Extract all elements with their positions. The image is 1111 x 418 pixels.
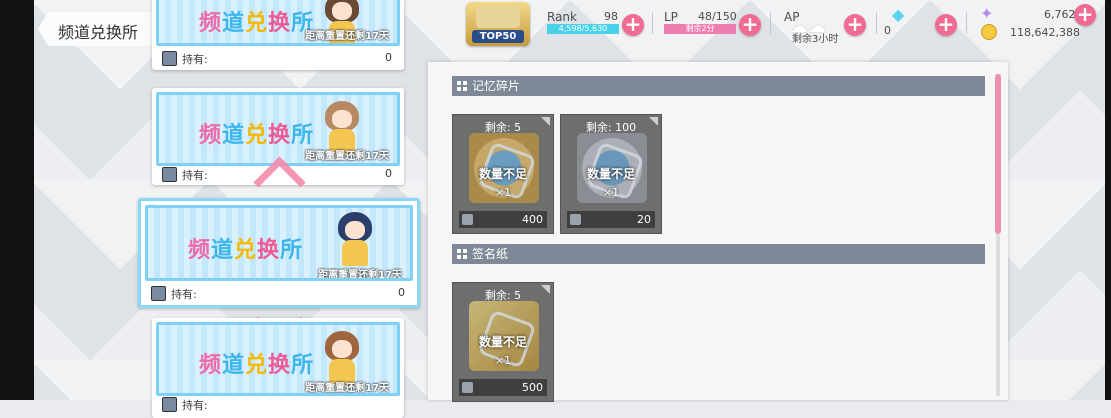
item-status: 数量不足 — [478, 335, 527, 349]
exchange-item[interactable]: 剩余: 100 数量不足 ×1 20 — [560, 114, 662, 234]
item-cost: 400 — [522, 213, 543, 226]
item-cost: 20 — [637, 213, 651, 226]
owned-count: 0 — [398, 286, 405, 299]
ticket-icon — [570, 214, 581, 225]
section-title: 记忆碎片 — [472, 79, 521, 93]
card-banner: 频道兑换所 距离重置还剩17天 — [156, 92, 400, 166]
divider — [652, 12, 653, 34]
card-banner: 频道兑换所 距离重置还剩17天 — [156, 0, 400, 46]
item-quantity: ×1 — [494, 186, 512, 199]
card-banner: 频道兑换所 距离重置还剩17天 — [156, 322, 400, 396]
item-quantity: ×1 — [602, 186, 620, 199]
grid-icon — [457, 249, 467, 259]
owned-count: 0 — [385, 167, 392, 180]
ticket-icon — [462, 214, 473, 225]
rank-value: 98 — [604, 10, 618, 23]
exchange-item[interactable]: 剩余: 5 数量不足 ×1 500 — [452, 282, 554, 402]
ap-timer: 剩余3小时 — [792, 34, 839, 45]
gold-coin-icon — [981, 24, 997, 40]
lp-bar: 剩余2分 — [664, 24, 736, 34]
scrollbar-thumb[interactable] — [995, 74, 1001, 234]
rank-label: Rank — [547, 10, 577, 24]
reset-countdown: 距离重置还剩17天 — [305, 383, 389, 394]
diamond-icon: ◆ — [892, 5, 905, 24]
corner-fold-icon — [541, 285, 550, 294]
event-badge-emblem — [476, 6, 520, 28]
section-header: 签名纸 — [452, 244, 985, 264]
exchange-card-selected[interactable]: ✦ ✦ 频道兑换所 距离重置还剩17天 持有: 0 — [138, 198, 420, 308]
reset-countdown: 距离重置还剩17天 — [318, 270, 402, 281]
owned-row: 持有: 0 — [160, 50, 396, 68]
lp-timer-text: 剩余2分 — [685, 24, 715, 33]
banner-title: 频道兑换所 — [199, 123, 315, 148]
grid-icon — [457, 81, 467, 91]
left-screen-edge — [0, 0, 34, 400]
reset-countdown: 距离重置还剩17天 — [305, 31, 389, 42]
star-gem-count: 6,762 — [1044, 8, 1076, 21]
owned-row: 持有: — [160, 396, 396, 414]
gem-plus-button[interactable]: + — [935, 14, 957, 36]
rank-plus-button[interactable]: + — [622, 14, 644, 36]
divider — [966, 12, 967, 34]
divider — [770, 12, 771, 34]
owned-label: 持有: — [182, 399, 208, 412]
ticket-icon — [162, 167, 177, 182]
star-gem-icon: ✦ — [980, 4, 994, 23]
divider — [876, 12, 877, 34]
lp-label: LP — [664, 10, 678, 24]
star-gem-plus-button[interactable]: + — [1074, 4, 1096, 26]
item-status: 数量不足 — [586, 167, 635, 181]
owned-label: 持有: — [182, 53, 208, 66]
item-cost-bar: 20 — [567, 211, 655, 228]
lp-plus-button[interactable]: + — [739, 14, 761, 36]
lp-value: 48/150 — [698, 10, 737, 23]
right-screen-edge — [1105, 0, 1111, 400]
exchange-panel: 记忆碎片 剩余: 5 数量不足 ×1 400 剩余: 100 数量不足 ×1 2… — [428, 62, 1008, 402]
banner-title: 频道兑换所 — [199, 353, 315, 378]
ticket-icon — [151, 286, 166, 301]
event-badge-rank: TOP50 — [472, 30, 524, 43]
gem-count: 0 — [884, 24, 891, 37]
ticket-icon — [162, 51, 177, 66]
rank-exp-bar: 4,598/5,630 — [547, 24, 619, 34]
item-cost-bar: 500 — [459, 379, 547, 396]
corner-fold-icon — [541, 117, 550, 126]
exchange-card[interactable]: 频道兑换所 距离重置还剩17天 持有: — [152, 318, 404, 418]
section-header: 记忆碎片 — [452, 76, 985, 96]
card-banner: 频道兑换所 距离重置还剩17天 — [145, 205, 413, 281]
ap-plus-button[interactable]: + — [844, 14, 866, 36]
ticket-icon — [462, 382, 473, 393]
corner-fold-icon — [649, 117, 658, 126]
page-title: 频道兑换所 — [58, 23, 139, 42]
rank-exp-text: 4,598/5,630 — [558, 24, 608, 33]
item-quantity: ×1 — [494, 354, 512, 367]
section-title: 签名纸 — [472, 247, 509, 261]
exchange-card[interactable]: 频道兑换所 距离重置还剩17天 持有: 0 — [152, 0, 404, 70]
exchange-item[interactable]: 剩余: 5 数量不足 ×1 400 — [452, 114, 554, 234]
banner-title: 频道兑换所 — [199, 11, 315, 36]
ticket-icon — [162, 397, 177, 412]
banner-title: 频道兑换所 — [188, 238, 304, 263]
owned-label: 持有: — [171, 288, 197, 301]
item-cost: 500 — [522, 381, 543, 394]
event-badge[interactable]: TOP50 — [466, 2, 530, 46]
gold-count: 118,642,388 — [1010, 26, 1080, 39]
character-portrait — [338, 212, 372, 272]
item-status: 数量不足 — [478, 167, 527, 181]
item-cost-bar: 400 — [459, 211, 547, 228]
reset-countdown: 距离重置还剩17天 — [305, 151, 389, 162]
owned-count: 0 — [385, 51, 392, 64]
owned-label: 持有: — [182, 169, 208, 182]
